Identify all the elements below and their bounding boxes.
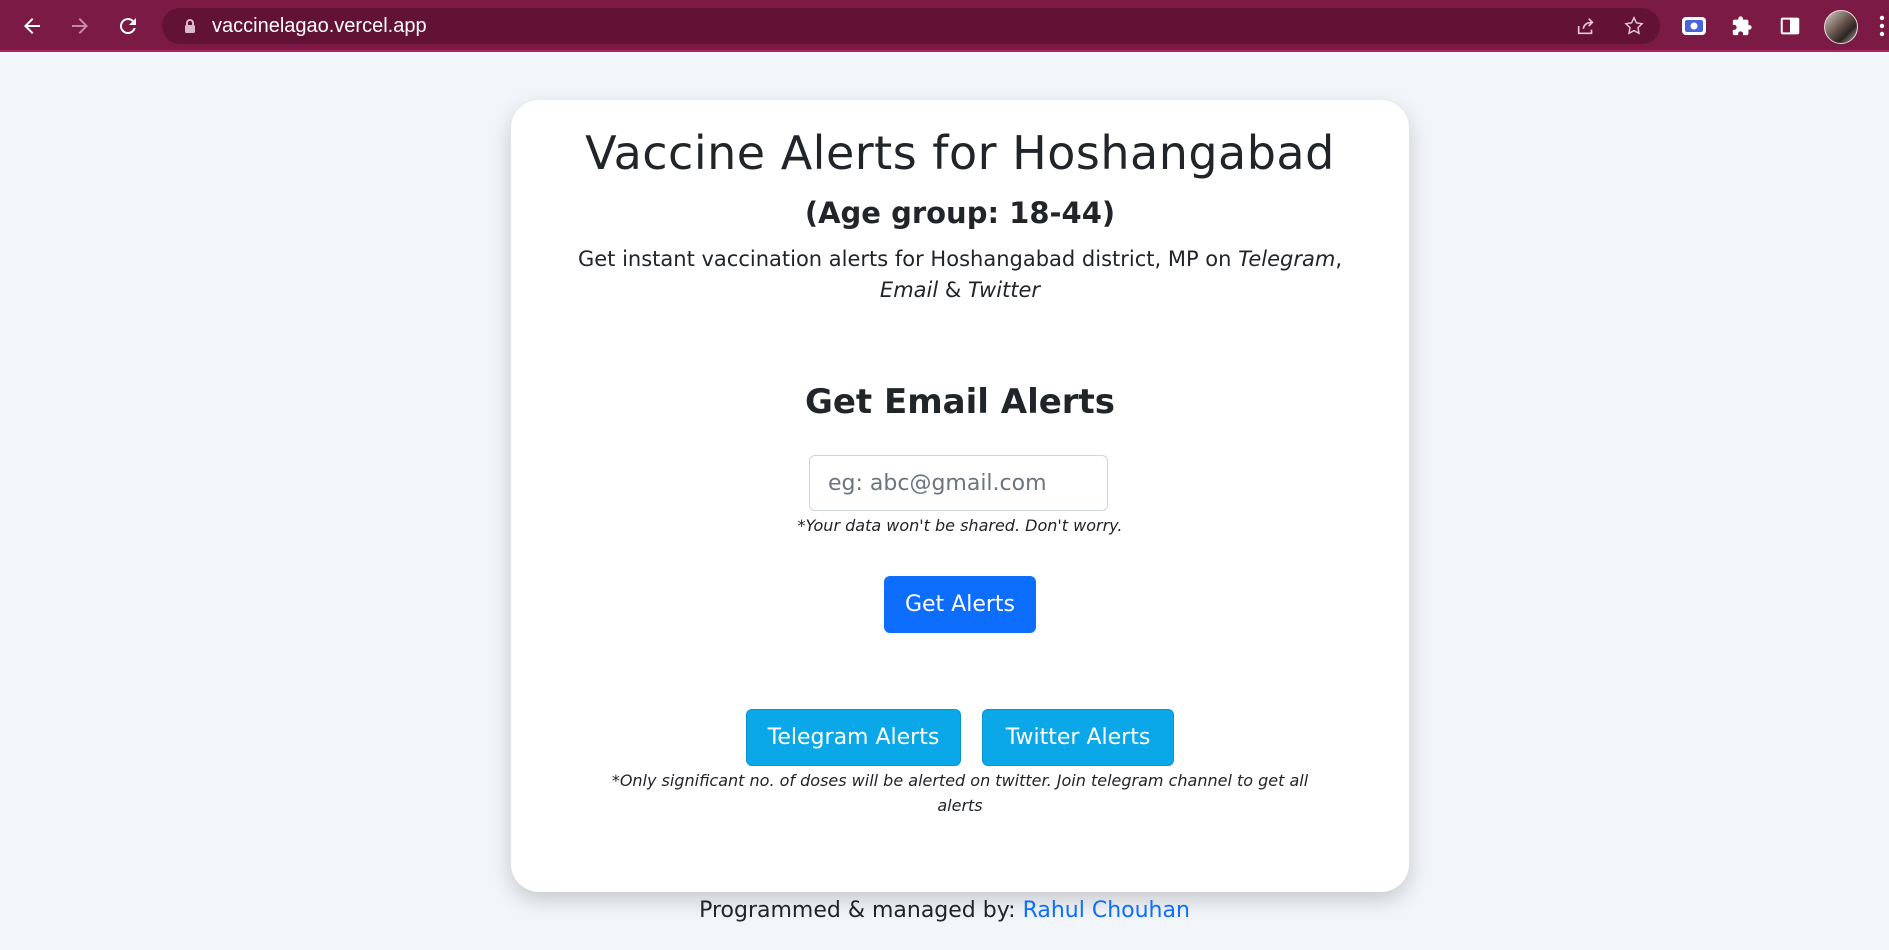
email-alerts-heading: Get Email Alerts: [804, 382, 1116, 422]
footer-credit: Programmed & managed by: Rahul Chouhan: [0, 898, 1889, 923]
extensions-puzzle-icon[interactable]: [1728, 12, 1756, 40]
author-link[interactable]: Rahul Chouhan: [1023, 898, 1190, 923]
description-separator: &: [938, 278, 968, 302]
url-text[interactable]: vaccinelagao.vercel.app: [212, 15, 427, 38]
twitter-note: *Only significant no. of doses will be a…: [611, 771, 1309, 815]
description-text: Get instant vaccination alerts for Hosha…: [577, 247, 1239, 271]
share-icon[interactable]: [1574, 14, 1598, 38]
lock-icon[interactable]: [184, 18, 196, 34]
page-description: Get instant vaccination alerts for Hosha…: [551, 244, 1369, 306]
side-panel-icon[interactable]: [1776, 12, 1804, 40]
address-bar[interactable]: vaccinelagao.vercel.app: [162, 8, 1660, 44]
alerts-card: Vaccine Alerts for Hoshangabad (Age grou…: [511, 100, 1409, 892]
email-input[interactable]: [809, 455, 1108, 511]
browser-toolbar: vaccinelagao.vercel.app: [0, 0, 1889, 52]
page-title: Vaccine Alerts for Hoshangabad: [585, 126, 1335, 180]
twitter-mention: Twitter: [967, 278, 1041, 302]
forward-arrow-icon[interactable]: [66, 12, 94, 40]
get-alerts-button[interactable]: Get Alerts: [884, 576, 1036, 633]
screen-capture-extension-icon[interactable]: [1680, 12, 1708, 40]
email-mention: Email: [879, 278, 939, 302]
bookmark-star-icon[interactable]: [1622, 14, 1646, 38]
more-menu-icon[interactable]: [1868, 12, 1889, 40]
back-arrow-icon[interactable]: [18, 12, 46, 40]
reload-icon[interactable]: [114, 12, 142, 40]
twitter-alerts-button[interactable]: Twitter Alerts: [982, 709, 1174, 766]
age-group-subtitle: (Age group: 18-44): [804, 196, 1116, 230]
description-separator: ,: [1335, 247, 1343, 271]
privacy-note: *Your data won't be shared. Don't worry.: [797, 516, 1123, 535]
profile-avatar[interactable]: [1824, 10, 1858, 44]
footer-prefix: Programmed & managed by:: [699, 898, 1023, 923]
telegram-alerts-button[interactable]: Telegram Alerts: [746, 709, 961, 766]
telegram-mention: Telegram: [1238, 247, 1336, 271]
